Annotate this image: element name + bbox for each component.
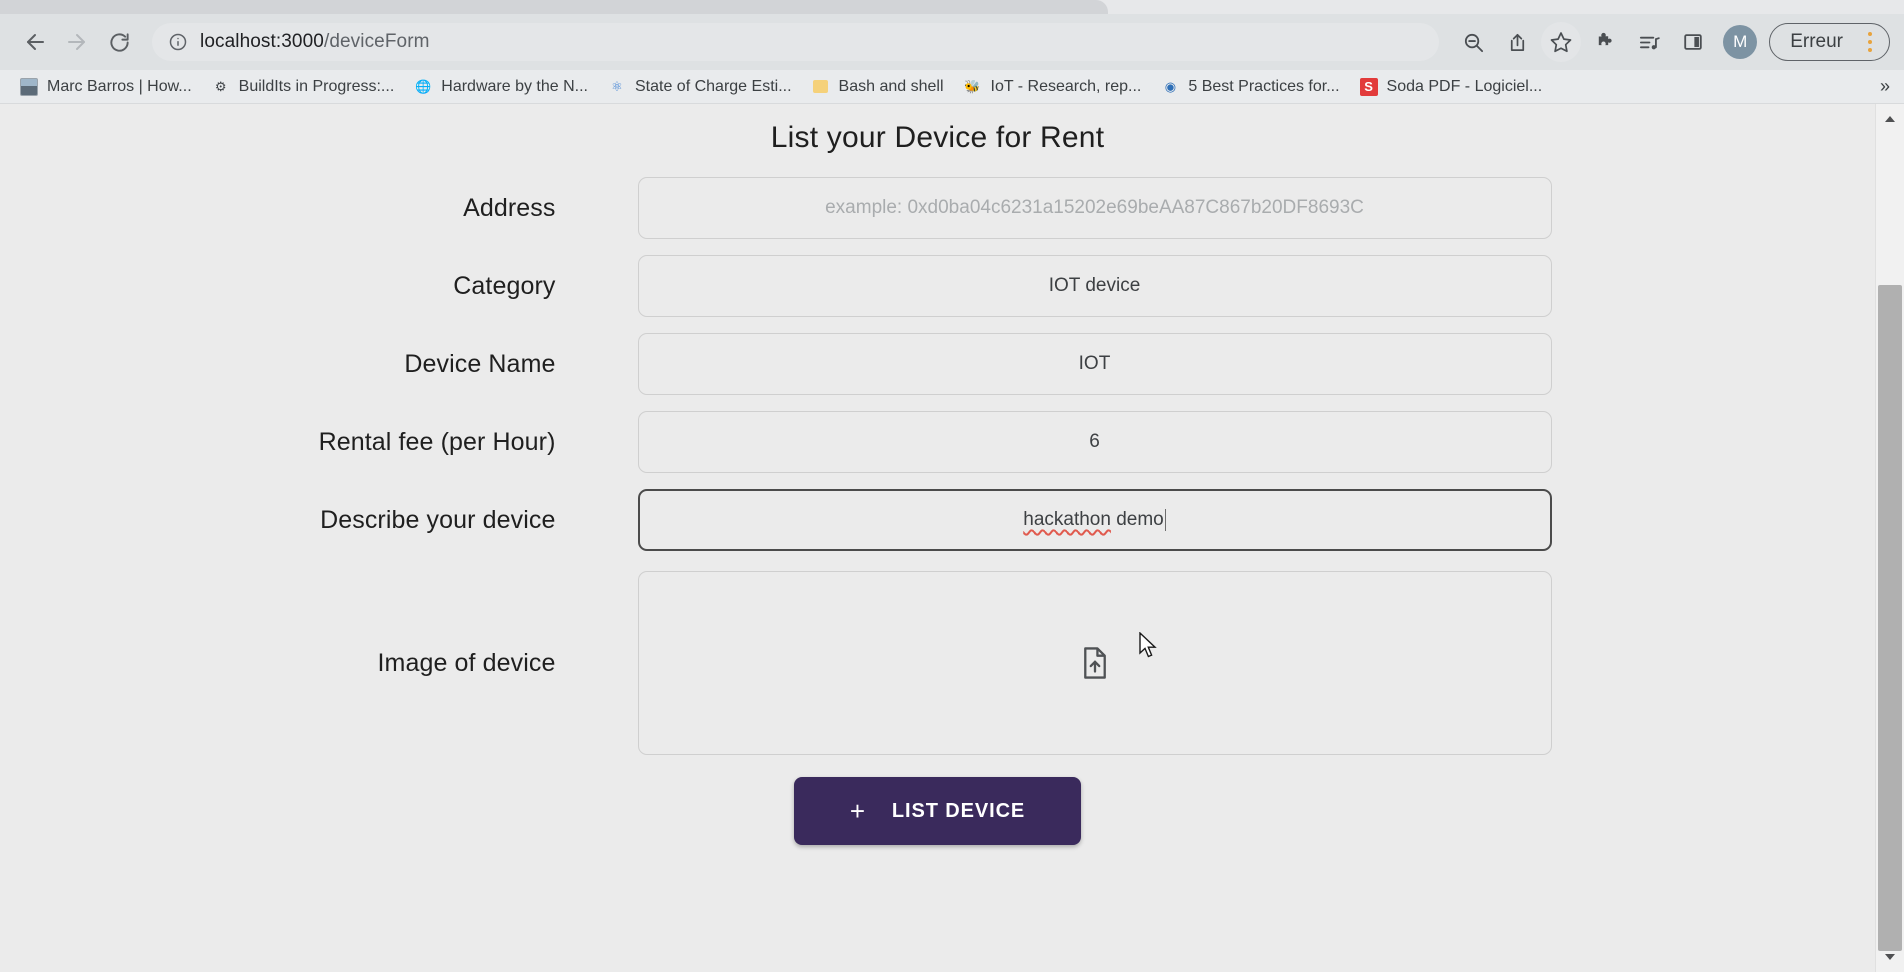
list-device-button-label: LIST DEVICE [891,799,1026,822]
label-rental-fee: Rental fee (per Hour) [318,427,556,456]
puzzle-icon [1598,32,1612,45]
label-device-name: Device Name [404,349,556,378]
form-row-rental-fee: Rental fee (per Hour) 6 [238,411,1638,473]
label-image-of-device: Image of device [377,648,556,677]
atom-favicon-icon: ⚛ [611,78,623,94]
bookmark-label: Soda PDF - Logiciel... [1386,77,1543,95]
bookmark-label: Hardware by the N... [441,77,588,95]
back-button[interactable] [14,21,56,63]
bookmark-item[interactable]: 🐝 IoT - Research, rep... [954,73,1152,101]
bookmark-item[interactable]: Marc Barros | How... [10,73,202,101]
form-row-description: Describe your device hackathon demo [238,489,1638,551]
forward-button[interactable] [56,21,98,63]
input-rental-fee-value: 6 [1089,431,1100,452]
share-button[interactable] [1497,22,1537,62]
bookmark-label: BuildIts in Progress:... [238,77,395,95]
page-viewport: List your Device for Rent Address exampl… [0,104,1904,972]
image-dropzone[interactable] [637,571,1552,755]
globe-favicon-icon: 🌐 [415,78,432,94]
zoom-out-icon [1464,33,1483,52]
input-device-name[interactable]: IOT [637,333,1552,395]
input-address[interactable]: example: 0xd0ba04c6231a15202e69beAA87C86… [637,177,1552,239]
address-bar-url: localhost:3000/deviceForm [200,31,430,53]
profile-avatar[interactable]: M [1723,25,1758,59]
scroll-up-button[interactable] [1876,104,1904,134]
label-address: Address [463,193,556,222]
tab-strip [0,0,1904,14]
zoom-out-button[interactable] [1453,22,1493,62]
photo-favicon-icon [20,77,38,96]
list-device-button[interactable]: + LIST DEVICE [793,777,1082,845]
star-icon [1550,32,1572,53]
bookmark-label: Marc Barros | How... [47,77,192,95]
bookmark-item[interactable]: ⚛ State of Charge Esti... [598,73,802,101]
input-category-value: IOT device [1048,275,1141,296]
page-title: List your Device for Rent [770,121,1105,154]
site-info-icon[interactable] [168,32,188,52]
plus-icon: + [849,796,866,826]
form-row-device-name: Device Name IOT [238,333,1638,395]
active-tab[interactable] [0,0,1108,14]
submit-area: + LIST DEVICE [0,777,1875,845]
input-device-name-value: IOT [1078,353,1111,374]
media-control-button[interactable] [1629,22,1669,62]
file-upload-icon [1083,647,1106,679]
bookmark-item[interactable]: 🌐 Hardware by the N... [404,73,598,101]
folder-favicon-icon [812,78,830,96]
gears-favicon-icon: ⚙ [214,78,227,94]
bookmark-label: State of Charge Esti... [635,77,792,95]
bookmark-item[interactable]: ⚙ BuildIts in Progress:... [202,73,405,101]
input-description-value: hackathon demo [1023,509,1164,531]
browser-toolbar: localhost:3000/deviceForm M Erreur [0,14,1904,70]
bookmark-label: Bash and shell [838,77,944,95]
input-address-placeholder: example: 0xd0ba04c6231a15202e69beAA87C86… [825,197,1364,218]
input-category[interactable]: IOT device [637,255,1552,317]
input-rental-fee[interactable]: 6 [637,411,1552,473]
bookmark-button[interactable] [1541,22,1582,62]
bookmark-item[interactable]: Bash and shell [802,73,954,101]
back-arrow-icon [27,34,44,50]
bookmark-label: IoT - Research, rep... [990,77,1142,95]
address-bar[interactable]: localhost:3000/deviceForm [152,23,1440,61]
form-row-address: Address example: 0xd0ba04c6231a15202e69b… [238,177,1638,239]
form-row-category: Category IOT device [238,255,1638,317]
misspelled-word: hackathon [1023,509,1111,530]
avatar-initial: M [1733,32,1748,51]
description-rest: demo [1110,509,1164,530]
address-bar-host: localhost:3000 [200,31,324,52]
reload-button[interactable] [98,21,140,63]
text-caret [1164,509,1166,531]
form-row-image: Image of device [238,571,1638,755]
address-bar-path: /deviceForm [323,31,430,52]
scroll-up-arrow-icon [1885,116,1895,122]
media-playlist-icon [1639,36,1660,49]
scroll-down-arrow-icon [1885,954,1895,960]
error-status-pill[interactable]: Erreur [1769,23,1890,61]
error-status-label: Erreur [1790,31,1843,52]
share-icon [1510,33,1524,51]
blue-globe-favicon-icon: ◉ [1164,78,1177,94]
bookmarks-overflow-button[interactable]: » [1880,76,1890,97]
scroll-thumb[interactable] [1878,285,1902,951]
label-description: Describe your device [320,505,556,534]
label-category: Category [453,271,556,300]
bee-favicon-icon: 🐝 [964,78,981,94]
page-scrollbar[interactable] [1875,104,1904,972]
reload-icon [109,32,129,52]
bookmark-item[interactable]: ◉ 5 Best Practices for... [1151,73,1349,101]
browser-window: localhost:3000/deviceForm M Erreur Marc … [0,0,1904,972]
device-form-page: List your Device for Rent Address exampl… [0,104,1875,972]
bookmark-label: 5 Best Practices for... [1188,77,1340,95]
forward-arrow-icon [68,34,85,50]
kebab-menu-icon[interactable] [1859,30,1881,54]
side-panel-button[interactable] [1673,22,1713,62]
bookmark-item[interactable]: S Soda PDF - Logiciel... [1350,73,1553,101]
soda-pdf-favicon-icon: S [1359,77,1378,96]
input-description[interactable]: hackathon demo [637,489,1552,551]
bookmarks-bar: Marc Barros | How... ⚙ BuildIts in Progr… [0,70,1904,104]
side-panel-icon [1684,34,1702,50]
scroll-down-button[interactable] [1876,942,1904,972]
extensions-button[interactable] [1585,22,1625,62]
